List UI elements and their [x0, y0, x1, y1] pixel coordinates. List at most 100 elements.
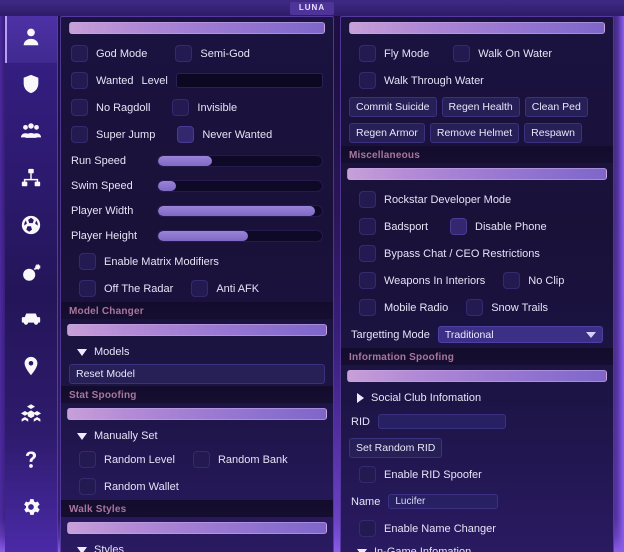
checkbox-mobile-radio[interactable] [359, 299, 376, 316]
checkbox-enable-rid-spoofer[interactable] [359, 466, 376, 483]
globe-icon [20, 214, 42, 241]
section-information-spoofing: Information Spoofing [341, 348, 613, 365]
checkbox-semi-god[interactable] [175, 45, 193, 62]
checkbox-walk-through-water[interactable] [359, 72, 376, 89]
tree-in-game-information[interactable]: In-Game Infomation [341, 542, 613, 552]
label-walk-on-water: Walk On Water [478, 47, 553, 60]
rid-row: RID [341, 408, 613, 435]
checkbox-rockstar-developer-mode[interactable] [359, 191, 376, 208]
checkbox-random-wallet[interactable] [79, 478, 96, 495]
chevron-down-icon [586, 331, 596, 338]
remove-helmet-button[interactable]: Remove Helmet [429, 123, 520, 143]
label-enable-name-changer: Enable Name Changer [384, 522, 496, 535]
label-run-speed: Run Speed [71, 154, 127, 167]
sidebar-item-self[interactable] [5, 16, 57, 63]
label-no-ragdoll: No Ragdoll [96, 101, 151, 114]
checkbox-random-level[interactable] [79, 451, 96, 468]
slider-player-width[interactable] [157, 204, 323, 217]
label-weapons-in-interiors: Weapons In Interiors [384, 274, 486, 287]
gear-icon [20, 496, 42, 523]
tree-manually-set[interactable]: Manually Set [61, 426, 333, 446]
set-random-rid-button[interactable]: Set Random RID [349, 438, 443, 458]
sidebar-item-online[interactable] [5, 110, 57, 157]
name-input[interactable]: Lucifer [388, 494, 499, 509]
label-random-wallet: Random Wallet [104, 480, 179, 493]
checkbox-super-jump[interactable] [71, 126, 88, 143]
checkbox-enable-name-changer[interactable] [359, 520, 376, 537]
targetting-mode-value: Traditional [444, 328, 494, 341]
checkbox-off-the-radar[interactable] [79, 280, 96, 297]
label-mobile-radio: Mobile Radio [384, 301, 449, 314]
checkbox-never-wanted[interactable] [177, 126, 195, 143]
checkbox-bypass-chat-ceo-restrictions[interactable] [359, 245, 376, 262]
slider-row-run-speed: Run Speed [61, 148, 333, 173]
clean-ped-button[interactable]: Clean Ped [524, 97, 588, 117]
slider-row-player-height: Player Height [61, 223, 333, 248]
sidebar-item-teleport[interactable] [5, 345, 57, 392]
tree-social-club-information[interactable]: Social Club Infomation [341, 388, 613, 408]
section-title-information-spoofing: Information Spoofing [341, 348, 613, 365]
slider-run-speed[interactable] [157, 154, 323, 167]
car-icon [20, 308, 42, 335]
section-miscellaneous: Miscellaneous [341, 146, 613, 163]
chevron-down-icon [77, 546, 87, 552]
sidebar-item-world[interactable] [5, 204, 57, 251]
toggle-row-bypass-chat: Bypass Chat / CEO Restrictions [341, 240, 613, 267]
toggle-row-rockstar-dev: Rockstar Developer Mode [341, 186, 613, 213]
label-badsport: Badsport [384, 220, 429, 233]
sidebar-item-vehicle[interactable] [5, 298, 57, 345]
slider-swim-speed[interactable] [157, 179, 323, 192]
sidebar-item-recovery[interactable] [5, 251, 57, 298]
checkbox-disable-phone[interactable] [450, 218, 468, 235]
toggle-row-random-wallet: Random Wallet [61, 473, 333, 500]
tree-models[interactable]: Models [61, 342, 333, 362]
regen-armor-button[interactable]: Regen Armor [349, 123, 425, 143]
slider-player-height[interactable] [157, 229, 323, 242]
checkbox-wanted-level[interactable] [71, 72, 88, 89]
checkbox-no-ragdoll[interactable] [71, 99, 88, 116]
targetting-mode-dropdown[interactable]: Traditional [437, 326, 603, 343]
checkbox-enable-matrix-modifiers[interactable] [79, 253, 96, 270]
label-swim-speed: Swim Speed [71, 179, 133, 192]
rid-input[interactable] [377, 414, 506, 429]
section-bar-model-changer [67, 324, 327, 336]
commit-suicide-button[interactable]: Commit Suicide [349, 97, 437, 117]
label-walk-through-water: Walk Through Water [384, 74, 484, 87]
toggle-row-jump: Super Jump Never Wanted [61, 121, 333, 148]
section-walk-styles: Walk Styles [61, 500, 333, 517]
tree-styles[interactable]: Styles [61, 540, 333, 552]
checkbox-weapons-in-interiors[interactable] [359, 272, 376, 289]
checkbox-god-mode[interactable] [71, 45, 88, 62]
section-title-walk-styles: Walk Styles [61, 500, 333, 517]
label-super-jump: Super Jump [96, 128, 156, 141]
regen-health-button[interactable]: Regen Health [441, 97, 520, 117]
sidebar-item-weapons[interactable] [5, 63, 57, 110]
sidebar-item-help[interactable] [5, 439, 57, 486]
label-semi-god: Semi-God [200, 47, 250, 60]
label-player-width: Player Width [71, 204, 134, 217]
sidebar-item-settings[interactable] [5, 486, 57, 533]
label-random-level: Random Level [104, 453, 175, 466]
question-mark-icon [20, 449, 42, 476]
slider-swim-speed-fill [158, 180, 177, 191]
checkbox-random-bank[interactable] [192, 451, 210, 468]
label-targetting-mode: Targetting Mode [351, 328, 430, 341]
sidebar-item-misc[interactable] [5, 392, 57, 439]
checkbox-snow-trails[interactable] [466, 299, 484, 316]
checkbox-fly-mode[interactable] [359, 45, 376, 62]
label-never-wanted: Never Wanted [202, 128, 273, 141]
reset-model-button[interactable]: Reset Model [69, 364, 325, 384]
label-fly-mode: Fly Mode [384, 47, 430, 60]
panel-header-bar-left [69, 22, 325, 34]
wanted-level-input[interactable] [175, 73, 323, 88]
checkbox-no-clip[interactable] [503, 272, 521, 289]
sidebar-item-network[interactable] [5, 157, 57, 204]
checkbox-walk-on-water[interactable] [453, 45, 471, 62]
checkbox-badsport[interactable] [359, 218, 376, 235]
checkbox-anti-afk[interactable] [191, 280, 209, 297]
label-wanted: Wanted [96, 74, 134, 87]
checkbox-invisible[interactable] [172, 99, 190, 116]
respawn-button[interactable]: Respawn [524, 123, 582, 143]
tree-label-styles: Styles [94, 544, 124, 552]
right-panel: Fly Mode Walk On Water Walk Through Wate… [340, 16, 614, 552]
